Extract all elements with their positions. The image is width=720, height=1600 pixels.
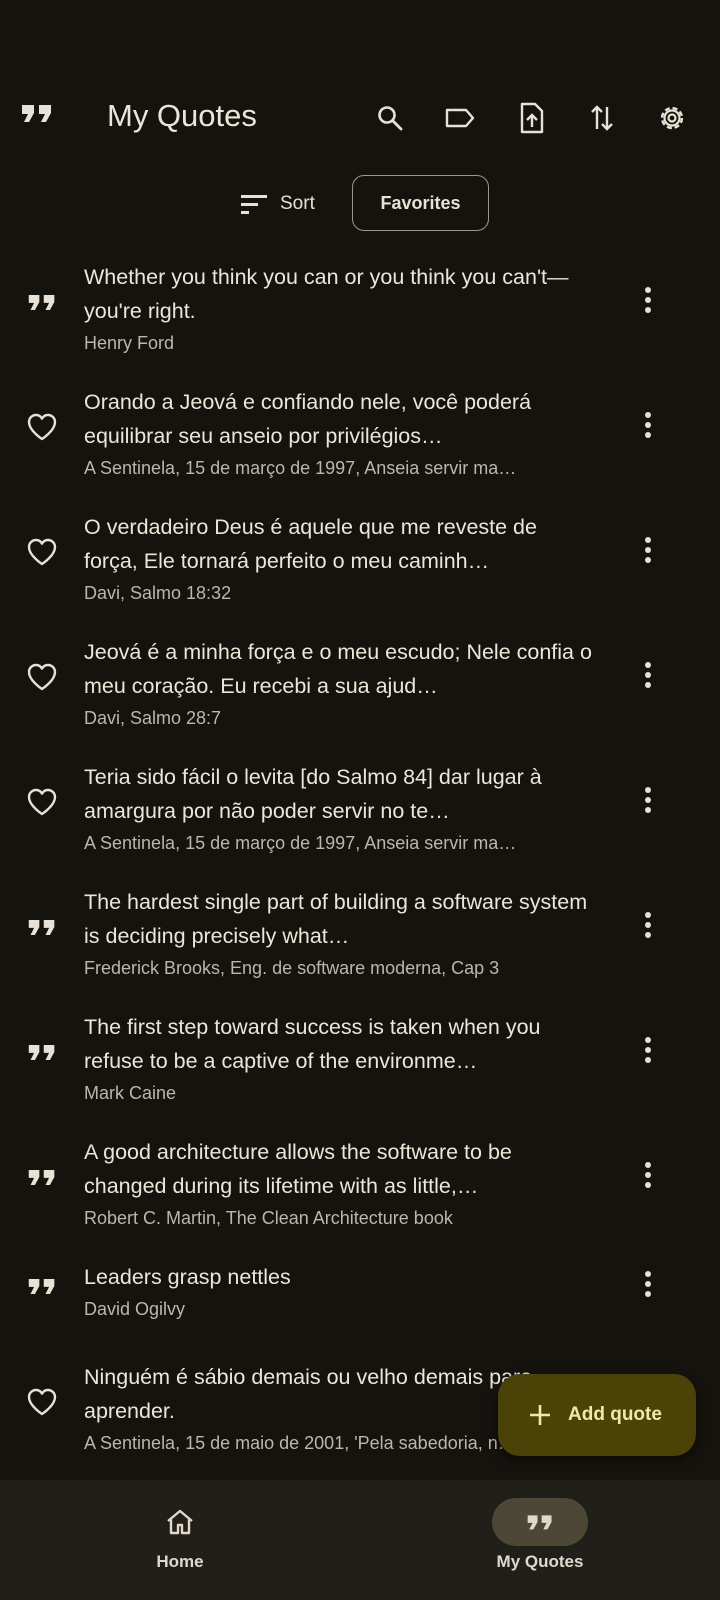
quote-row[interactable]: A good architecture allows the software … [0,1129,720,1254]
quote-icon [24,284,60,320]
add-quote-label: Add quote [568,1404,662,1425]
quote-text-block: Jeová é a minha força e o meu escudo; Ne… [84,635,592,733]
home-icon [167,1509,193,1535]
quote-author: David Ogilvy [84,1299,186,1319]
more-vert-icon [644,536,652,569]
quote-text: Whether you think you can or you think y… [84,265,569,323]
quote-text: Orando a Jeová e confiando nele, você po… [84,390,532,448]
heart-icon[interactable] [24,659,60,695]
filter-row: Sort Favorites [0,175,720,231]
export-button[interactable] [514,100,550,136]
more-vert-icon [644,286,652,319]
quote-row[interactable]: Teria sido fácil o levita [do Salmo 84] … [0,754,720,879]
quote-icon [527,1515,552,1530]
search-button[interactable] [372,100,408,136]
labels-button[interactable] [442,100,478,136]
heart-icon[interactable] [24,534,60,570]
settings-button[interactable] [654,100,690,136]
more-options-button[interactable] [630,1268,666,1304]
nav-my-quotes[interactable]: My Quotes [440,1498,640,1572]
quote-text-block: A good architecture allows the software … [84,1135,592,1233]
app-quote-icon [20,102,60,134]
more-options-button[interactable] [630,659,666,695]
quote-icon [24,1268,60,1304]
quote-row[interactable]: Whether you think you can or you think y… [0,254,720,379]
quote-author: Frederick Brooks, Eng. de software moder… [84,958,500,978]
quote-row[interactable]: Leaders grasp nettles David Ogilvy [0,1254,720,1354]
sort-swap-icon [591,105,613,131]
page-title: My Quotes [107,98,257,133]
quote-text-block: The first step toward success is taken w… [84,1010,592,1108]
label-icon [445,108,475,128]
quote-row[interactable]: Orando a Jeová e confiando nele, você po… [0,379,720,504]
sort-lines-icon [241,195,267,214]
quote-text: The first step toward success is taken w… [84,1015,541,1073]
quote-author: Mark Caine [84,1083,177,1103]
bottom-navigation: Home My Quotes [0,1480,720,1600]
quotes-screen: My Quotes Sort Favorites Whether you thi… [0,0,720,1600]
quote-text: Teria sido fácil o levita [do Salmo 84] … [84,765,542,823]
more-vert-icon [644,911,652,944]
quote-icon [24,1034,60,1070]
quote-text: The hardest single part of building a so… [84,890,588,948]
quote-text-block: Leaders grasp nettles David Ogilvy [84,1260,592,1324]
quote-text: O verdadeiro Deus é aquele que me revest… [84,515,537,573]
quote-text: Jeová é a minha força e o meu escudo; Ne… [84,640,592,698]
quote-author: Davi, Salmo 18:32 [84,583,232,603]
more-options-button[interactable] [630,534,666,570]
quote-author: Robert C. Martin, The Clean Architecture… [84,1208,453,1228]
quote-text: Leaders grasp nettles [84,1265,291,1289]
quote-author: A Sentinela, 15 de março de 1997, Anseia… [84,458,517,478]
nav-my-quotes-indicator [492,1498,588,1546]
quote-row[interactable]: O verdadeiro Deus é aquele que me revest… [0,504,720,629]
nav-home[interactable]: Home [80,1498,280,1572]
more-vert-icon [644,411,652,444]
quote-author: A Sentinela, 15 de março de 1997, Anseia… [84,833,517,853]
nav-home-label: Home [156,1552,204,1571]
settings-icon [660,106,684,130]
more-vert-icon [644,661,652,694]
sort-button[interactable]: Sort [240,187,315,221]
top-app-bar: My Quotes [0,88,720,148]
quote-text-block: O verdadeiro Deus é aquele que me revest… [84,510,592,608]
favorites-filter-chip[interactable]: Favorites [352,175,489,231]
quote-author: Davi, Salmo 28:7 [84,708,222,728]
quote-icon [24,909,60,945]
plus-icon [530,1405,550,1425]
quote-author: Henry Ford [84,333,175,353]
more-options-button[interactable] [630,1034,666,1070]
quote-text-block: Orando a Jeová e confiando nele, você po… [84,385,592,483]
quote-list: Whether you think you can or you think y… [0,254,720,1479]
more-options-button[interactable] [630,784,666,820]
nav-home-indicator [132,1498,228,1546]
quote-row[interactable]: The first step toward success is taken w… [0,1004,720,1129]
more-vert-icon [644,786,652,819]
more-vert-icon [644,1270,652,1303]
heart-icon[interactable] [24,784,60,820]
quote-row[interactable]: The hardest single part of building a so… [0,879,720,1004]
nav-my-quotes-label: My Quotes [496,1552,584,1571]
search-icon [378,106,403,131]
quote-text-block: Whether you think you can or you think y… [84,260,592,358]
more-vert-icon [644,1036,652,1069]
more-options-button[interactable] [630,1159,666,1195]
quote-text-block: The hardest single part of building a so… [84,885,592,983]
sort-label: Sort [280,193,315,214]
more-options-button[interactable] [630,284,666,320]
quote-text: A good architecture allows the software … [84,1140,512,1198]
heart-icon[interactable] [24,1384,60,1420]
more-options-button[interactable] [630,909,666,945]
sort-order-button[interactable] [584,100,620,136]
more-options-button[interactable] [630,409,666,445]
quote-icon [24,1159,60,1195]
more-vert-icon [644,1161,652,1194]
add-quote-button[interactable]: Add quote [498,1374,696,1456]
quote-text-block: Teria sido fácil o levita [do Salmo 84] … [84,760,592,858]
heart-icon[interactable] [24,409,60,445]
export-icon [520,102,544,134]
quote-row[interactable]: Jeová é a minha força e o meu escudo; Ne… [0,629,720,754]
